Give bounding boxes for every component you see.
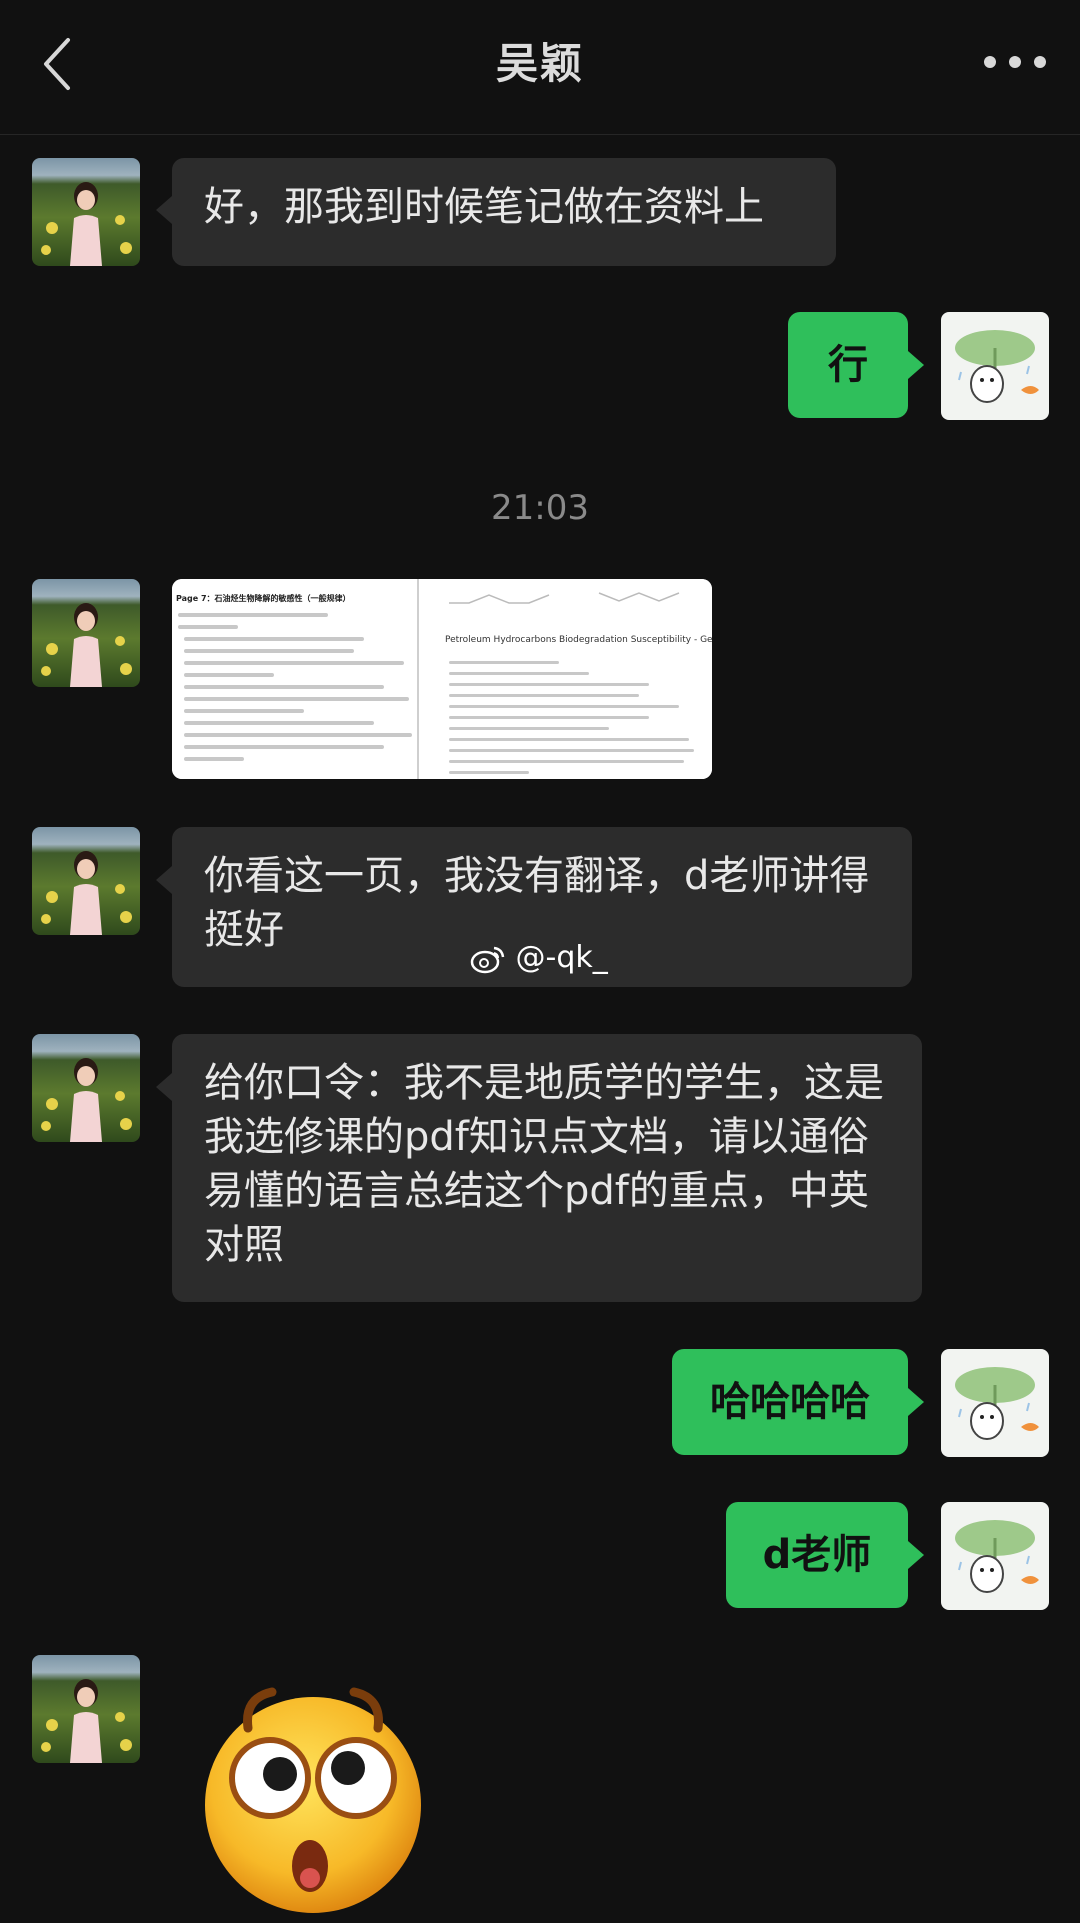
document-page-chinese: Page 7：石油烃生物降解的敏感性（一般规律） <box>172 579 419 779</box>
weibo-icon <box>470 946 505 973</box>
avatar-contact[interactable] <box>32 827 140 935</box>
contact-photo-icon <box>41 851 132 935</box>
bubble-tail <box>908 351 924 379</box>
watermark: @-qk_ <box>470 940 608 975</box>
chat-title: 吴颖 <box>495 39 584 88</box>
avatar-contact[interactable] <box>32 1034 140 1142</box>
contact-photo-icon <box>41 1679 132 1763</box>
avatar-contact[interactable] <box>32 158 140 266</box>
contact-photo-icon <box>41 182 132 266</box>
message-bubble-self[interactable]: 哈哈哈哈 <box>672 1349 908 1455</box>
bubble-tail <box>156 196 172 224</box>
bubble-tail <box>908 1388 924 1416</box>
cat-leaf-avatar-icon <box>955 1367 1039 1440</box>
bubble-tail <box>908 1541 924 1569</box>
avatar-contact[interactable] <box>32 1655 140 1763</box>
avatar-self[interactable] <box>941 1502 1049 1610</box>
cat-leaf-avatar-icon <box>955 330 1039 403</box>
molecule-diagram-icon <box>449 592 680 604</box>
bubble-tail <box>156 1073 172 1101</box>
document-page-english: Petroleum Hydrocarbons Biodegradation Su… <box>419 579 712 779</box>
watermark-text: @-qk_ <box>515 940 608 975</box>
surprised-face-emoji-icon[interactable] <box>198 1670 428 1920</box>
message-bubble-self[interactable]: 行 <box>788 312 908 418</box>
avatar-self[interactable] <box>941 312 1049 420</box>
more-dots-icon[interactable] <box>980 52 1050 72</box>
document-title-english: Petroleum Hydrocarbons Biodegradation Su… <box>445 635 712 645</box>
avatar-self[interactable] <box>941 1349 1049 1457</box>
contact-photo-icon <box>41 603 132 687</box>
message-bubble[interactable]: 给你口令：我不是地质学的学生，这是我选修课的pdf知识点文档，请以通俗易懂的语言… <box>172 1034 922 1302</box>
contact-photo-icon <box>41 1058 132 1142</box>
avatar-contact[interactable] <box>32 579 140 687</box>
bubble-tail <box>156 866 172 894</box>
cat-leaf-avatar-icon <box>955 1520 1039 1593</box>
time-divider: 21:03 <box>491 488 589 528</box>
message-bubble[interactable]: 好，那我到时候笔记做在资料上 <box>172 158 836 266</box>
document-title-chinese: Page 7：石油烃生物降解的敏感性（一般规律） <box>176 594 351 603</box>
message-bubble-self[interactable]: d老师 <box>726 1502 908 1608</box>
document-image[interactable]: Page 7：石油烃生物降解的敏感性（一般规律） Petroleum Hydro… <box>172 579 712 779</box>
